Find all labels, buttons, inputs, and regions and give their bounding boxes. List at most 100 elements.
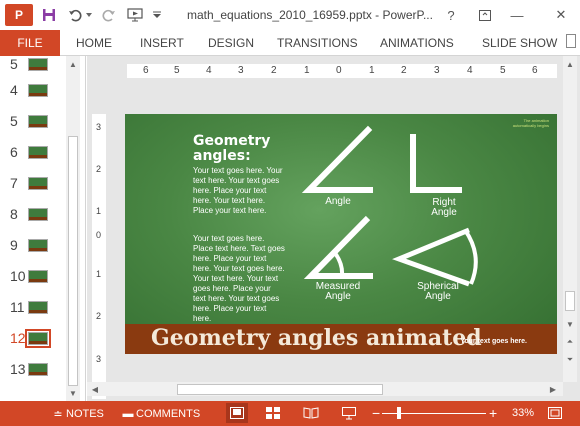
thumbnail-number: 10 — [10, 268, 26, 284]
zoom-in-button[interactable]: + — [489, 405, 497, 421]
slide-editing-area: 6 5 4 3 2 1 0 1 2 3 4 5 6 3 2 1 0 1 2 3 … — [87, 56, 580, 401]
tab-insert[interactable]: INSERT — [140, 36, 184, 50]
normal-view-button[interactable] — [226, 403, 248, 423]
help-button[interactable]: ? — [440, 5, 462, 25]
customize-qat-icon[interactable] — [151, 5, 163, 25]
thumbnail-image[interactable] — [28, 84, 48, 97]
thumbnail-number: 9 — [10, 237, 18, 253]
scroll-right-icon[interactable]: ▶ — [547, 383, 559, 395]
thumbnail-slide-11[interactable]: 11 — [0, 297, 66, 319]
close-button[interactable]: ✕ — [550, 5, 572, 25]
comments-label: COMMENTS — [136, 408, 201, 420]
spherical-angle-label: Spherical Angle — [417, 281, 459, 302]
thumbnail-number: 11 — [10, 299, 25, 315]
slide-canvas[interactable]: The animation automatically begins Geome… — [125, 114, 557, 354]
banner-subtitle[interactable]: Your text goes here. — [460, 338, 527, 345]
thumbnail-image[interactable] — [28, 115, 48, 128]
ruler-tick: 6 — [532, 65, 538, 76]
ribbon-display-options-icon[interactable] — [474, 5, 496, 25]
thumbnail-slide-9[interactable]: 9 — [0, 235, 66, 257]
ribbon-overflow-icon[interactable] — [566, 34, 576, 51]
slide-sorter-icon — [266, 407, 280, 419]
slide-footer-banner: Geometry angles animated Your text goes … — [125, 324, 557, 354]
thumbnail-image[interactable] — [28, 146, 48, 159]
thumbnail-slide-6[interactable]: 6 — [0, 142, 66, 164]
fit-slide-icon — [548, 407, 562, 419]
reading-view-button[interactable] — [303, 407, 319, 419]
slide-show-button[interactable] — [342, 407, 356, 420]
notes-icon: ≐ — [53, 408, 63, 421]
thumbnail-image[interactable] — [28, 363, 48, 376]
ruler-tick: 2 — [96, 311, 102, 321]
tab-animations[interactable]: ANIMATIONS — [380, 36, 454, 50]
thumbnail-number: 7 — [10, 175, 18, 191]
scroll-left-icon[interactable]: ◀ — [89, 383, 101, 395]
thumbnail-scrollbar[interactable]: ▲ ▼ — [66, 56, 80, 401]
undo-dropdown-icon[interactable] — [85, 5, 93, 25]
zoom-slider-thumb[interactable] — [397, 407, 401, 419]
thumbnail-number: 8 — [10, 206, 18, 222]
normal-view-icon — [230, 407, 244, 419]
ruler-tick: 2 — [401, 65, 407, 76]
thumbnail-image[interactable] — [28, 270, 48, 283]
horizontal-scrollbar[interactable]: ◀ ▶ — [87, 382, 563, 396]
thumbnail-number: 6 — [10, 144, 18, 160]
tab-file[interactable]: FILE — [0, 30, 60, 56]
thumbnail-slide-3[interactable]: 5 — [0, 54, 66, 76]
thumbnail-image[interactable] — [28, 301, 48, 314]
powerpoint-logo-icon: P — [5, 4, 33, 26]
thumbnail-number: 5 — [10, 56, 18, 72]
reading-view-icon — [303, 407, 319, 419]
title-bar: P math_equations_2010_16959.pptx - Power… — [0, 0, 580, 30]
banner-title[interactable]: Geometry angles animated — [151, 325, 482, 351]
thumbnail-number: 12 — [10, 330, 26, 346]
zoom-percentage[interactable]: 33% — [512, 407, 534, 419]
thumbnail-number: 5 — [10, 113, 18, 129]
thumbnail-image-selected[interactable] — [25, 329, 51, 348]
zoom-out-button[interactable]: − — [372, 405, 380, 421]
save-icon[interactable] — [39, 5, 59, 25]
scrollbar-thumb[interactable] — [565, 291, 575, 311]
redo-icon[interactable] — [99, 5, 119, 25]
right-angle-label: Right Angle — [431, 197, 457, 218]
ruler-tick: 4 — [206, 65, 212, 76]
scroll-down-icon[interactable]: ▼ — [67, 387, 79, 399]
comments-button[interactable]: ▬ COMMENTS — [120, 407, 201, 421]
thumbnail-image[interactable] — [28, 58, 48, 71]
thumbnail-image[interactable] — [28, 208, 48, 221]
thumbnail-slide-5[interactable]: 5 — [0, 111, 66, 133]
fit-slide-button[interactable] — [548, 407, 562, 419]
tab-home[interactable]: HOME — [76, 36, 112, 50]
ruler-tick: 6 — [143, 65, 149, 76]
next-slide-icon[interactable]: ⏷ — [564, 354, 576, 366]
undo-icon[interactable] — [65, 5, 85, 25]
start-from-beginning-icon[interactable] — [125, 5, 145, 25]
scroll-up-icon[interactable]: ▲ — [67, 58, 79, 70]
thumbnail-image[interactable] — [28, 177, 48, 190]
tab-slide-show[interactable]: SLIDE SHOW — [482, 36, 557, 50]
thumbnail-slide-12[interactable]: 12 — [0, 328, 66, 350]
vertical-scrollbar[interactable]: ▲ ▼ ⏶ ⏷ — [563, 56, 577, 382]
notes-label: NOTES — [66, 408, 104, 420]
thumbnail-slide-7[interactable]: 7 — [0, 173, 66, 195]
thumbnail-slide-4[interactable]: 4 — [0, 80, 66, 102]
scrollbar-thumb[interactable] — [177, 384, 383, 395]
ruler-tick: 3 — [434, 65, 440, 76]
scrollbar-thumb[interactable] — [68, 136, 78, 386]
scroll-up-icon[interactable]: ▲ — [564, 58, 576, 70]
ribbon-tabs: FILE HOME INSERT DESIGN TRANSITIONS ANIM… — [0, 30, 580, 56]
thumbnail-slide-8[interactable]: 8 — [0, 204, 66, 226]
ruler-tick: 5 — [500, 65, 506, 76]
thumbnail-slide-13[interactable]: 13 — [0, 359, 66, 381]
tab-transitions[interactable]: TRANSITIONS — [277, 36, 358, 50]
spherical-angle-shape — [392, 227, 478, 287]
notes-button[interactable]: ≐ NOTES — [50, 407, 104, 421]
minimize-button[interactable]: — — [506, 5, 528, 25]
slide-sorter-button[interactable] — [266, 407, 280, 419]
tab-design[interactable]: DESIGN — [208, 36, 254, 50]
scroll-down-icon[interactable]: ▼ — [564, 318, 576, 330]
thumbnail-image[interactable] — [28, 239, 48, 252]
thumbnail-slide-10[interactable]: 10 — [0, 266, 66, 288]
previous-slide-icon[interactable]: ⏶ — [564, 336, 576, 348]
ruler-tick: 5 — [174, 65, 180, 76]
